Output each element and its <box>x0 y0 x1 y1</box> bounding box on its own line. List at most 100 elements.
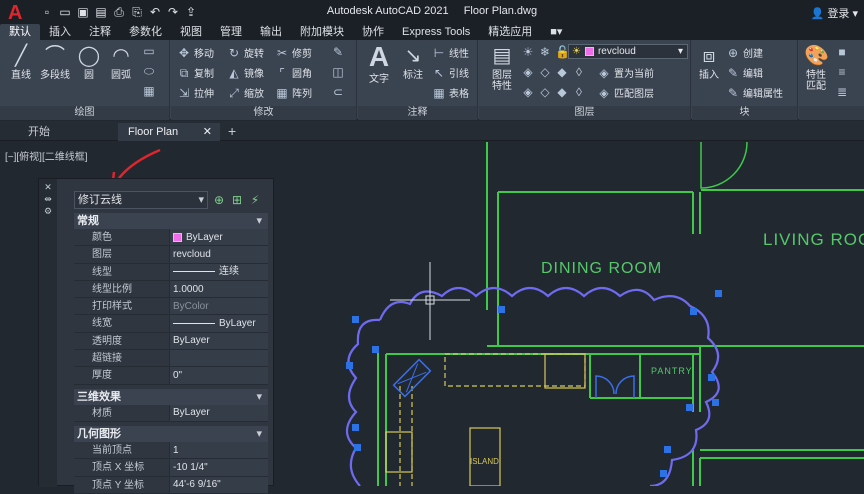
edit-block-button[interactable]: ✎ 编辑 <box>726 65 763 81</box>
match-properties-button[interactable]: 🎨 特性 匹配 <box>801 44 831 92</box>
palette-settings-icon[interactable]: ⚙ <box>39 205 57 217</box>
layer-tools-row1[interactable]: ◈ ◇ ◆ ◊ <box>521 65 586 79</box>
section-geometry[interactable]: 几何图形 <box>74 425 268 442</box>
match-properties-icon: 🎨 <box>804 45 829 67</box>
offset-button[interactable]: ⊂ <box>331 85 345 99</box>
object-type-dropdown[interactable]: 修订云线 <box>74 191 208 209</box>
polyline-button[interactable]: ⌒ 多段线 <box>37 44 73 81</box>
insert-button[interactable]: ⧈ 插入 <box>694 44 724 81</box>
new-tab-plus-icon[interactable]: + <box>228 123 236 139</box>
section-general[interactable]: 常规 <box>74 213 268 229</box>
arc-label: 圆弧 <box>111 70 131 81</box>
scale-button[interactable]: ⤢ 缩放 <box>227 85 264 101</box>
prop-row[interactable]: 透明度 ByLayer <box>74 332 268 351</box>
text-button[interactable]: A 文字 <box>362 42 396 86</box>
tab-output[interactable]: 输出 <box>251 24 291 40</box>
ellipse-button[interactable]: ⬭ <box>142 64 156 78</box>
prop-key: 厚度 <box>74 367 169 384</box>
tab-addins[interactable]: 附加模块 <box>291 24 353 40</box>
fillet-button[interactable]: ⌜ 圆角 <box>275 65 312 81</box>
close-palette-icon[interactable]: ✕ <box>39 181 57 193</box>
line-button[interactable]: ╱ 直线 <box>6 44 36 81</box>
rotate-button[interactable]: ↻ 旋转 <box>227 45 264 61</box>
layer-properties-button[interactable]: ▤ 图层 特性 <box>485 44 519 92</box>
tab-annotate[interactable]: 注释 <box>80 24 120 40</box>
copy-button[interactable]: ⧉ 复制 <box>177 65 214 81</box>
tab-parametric[interactable]: 参数化 <box>120 24 171 40</box>
modify-panel: ✥ 移动 ↻ 旋转 ✂ 修剪 ✎ ⧉ 复制 ◭ 镜像 ⌜ 圆角 ◫ ⇲ 拉伸 ⤢ 缩放 ▦ 阵列 … <box>171 40 357 120</box>
layer-tools-row2[interactable]: ◈ ◇ ◆ ◊ <box>521 85 586 99</box>
tab-view[interactable]: 视图 <box>171 24 211 40</box>
prop-row[interactable]: 线型 连续 <box>74 263 268 281</box>
copy-icon: ⧉ <box>179 65 189 80</box>
tab-express-tools[interactable]: Express Tools <box>393 24 479 40</box>
block-panel-title[interactable]: 块 <box>692 106 797 120</box>
tab-insert[interactable]: 插入 <box>40 24 80 40</box>
dimension-button[interactable]: ↘ 标注 <box>396 44 430 81</box>
prop-key: 超链接 <box>74 350 169 367</box>
prop-row[interactable]: 当前顶点 1 <box>74 441 268 460</box>
array-button[interactable]: ▦ 阵列 <box>275 85 312 101</box>
tab-start[interactable]: 开始 <box>18 123 60 141</box>
layers-panel-title[interactable]: 图层 <box>479 106 690 120</box>
circle-button[interactable]: ◯ 圆 <box>76 44 102 81</box>
set-current-label: 置为当前 <box>614 69 654 80</box>
stretch-button[interactable]: ⇲ 拉伸 <box>177 85 214 101</box>
mirror-button[interactable]: ◭ 镜像 <box>227 65 264 81</box>
explode-button[interactable]: ◫ <box>331 65 345 79</box>
annotation-panel-title[interactable]: 注释 <box>358 106 477 120</box>
linear-button[interactable]: ⊢ 线性 <box>432 45 469 61</box>
prop-row[interactable]: 线宽 ByLayer <box>74 315 268 333</box>
palette-body: 修订云线 ⊕ ⊞ ⚡ 常规 颜色ByLayer 图层revcloud 线型连续 … <box>74 191 268 494</box>
layer-dropdown-value: revcloud <box>597 46 636 57</box>
layer-toggle-icons[interactable]: ☀ ❄ 🔓 <box>521 45 570 59</box>
tab-home[interactable]: 默认 <box>0 24 40 40</box>
modify-panel-title[interactable]: 修改 <box>171 106 356 120</box>
tab-featured-apps[interactable]: 精选应用 <box>479 24 541 40</box>
prop-row[interactable]: 线型比例 1.0000 <box>74 280 268 299</box>
prop-value: ByLayer <box>169 315 268 332</box>
lineweight-control[interactable]: ≣ <box>835 85 849 99</box>
autohide-icon[interactable]: ⇹ <box>39 193 57 205</box>
prop-row[interactable]: 材质 ByLayer <box>74 404 268 422</box>
create-block-button[interactable]: ⊕ 创建 <box>726 45 763 61</box>
tab-extra[interactable]: ■▾ <box>541 24 571 40</box>
sign-in-button[interactable]: 👤 登录 ▾ <box>811 5 858 21</box>
move-button[interactable]: ✥ 移动 <box>177 45 214 61</box>
layer-dropdown[interactable]: ☀ revcloud ▾ <box>568 44 688 59</box>
section-3d-visualization[interactable]: 三维效果 <box>74 388 268 405</box>
trim-button[interactable]: ✂ 修剪 <box>275 45 312 61</box>
prop-row[interactable]: 图层 revcloud <box>74 246 268 264</box>
prop-row[interactable]: 颜色 ByLayer <box>74 229 268 247</box>
prop-value: ByLayer <box>169 229 268 246</box>
select-objects-icon[interactable]: ⊞ <box>230 193 244 207</box>
tab-collaborate[interactable]: 协作 <box>353 24 393 40</box>
match-layer-label: 匹配图层 <box>614 89 654 100</box>
linetype-control[interactable]: ≡ <box>835 65 849 79</box>
quick-select-icon[interactable]: ⚡ <box>248 193 262 207</box>
erase-button[interactable]: ✎ <box>331 45 345 59</box>
prop-row[interactable]: 顶点 Y 坐标 44'-6 9/16" <box>74 476 268 494</box>
toggle-pickadd-icon[interactable]: ⊕ <box>212 193 226 207</box>
rectangle-button[interactable]: ▭ <box>142 44 156 58</box>
match-layer-button[interactable]: ◈ 匹配图层 <box>597 85 654 101</box>
color-control[interactable]: ■ <box>835 45 849 59</box>
prop-row[interactable]: 超链接 <box>74 350 268 368</box>
revision-cloud[interactable] <box>345 286 720 486</box>
arc-button[interactable]: ◠ 圆弧 <box>106 44 136 81</box>
hatch-button[interactable]: ▦ <box>142 84 156 98</box>
properties-panel-title[interactable] <box>799 106 864 120</box>
edit-attributes-button[interactable]: ✎ 编辑属性 <box>726 85 783 101</box>
viewport-controls-label[interactable]: [−][俯视][二维线框] <box>5 148 88 163</box>
close-icon[interactable]: ✕ <box>203 123 212 141</box>
tab-manage[interactable]: 管理 <box>211 24 251 40</box>
leader-button[interactable]: ↖ 引线 <box>432 65 469 81</box>
prop-row[interactable]: 厚度 0" <box>74 367 268 385</box>
set-current-button[interactable]: ◈ 置为当前 <box>597 65 654 81</box>
prop-row[interactable]: 打印样式 ByColor <box>74 298 268 316</box>
draw-panel-title[interactable]: 绘图 <box>0 106 169 120</box>
table-button[interactable]: ▦ 表格 <box>432 85 469 101</box>
mirror-icon: ◭ <box>229 65 239 80</box>
tab-floor-plan[interactable]: Floor Plan ✕ <box>118 123 220 141</box>
prop-row[interactable]: 顶点 X 坐标 -10 1/4" <box>74 459 268 477</box>
